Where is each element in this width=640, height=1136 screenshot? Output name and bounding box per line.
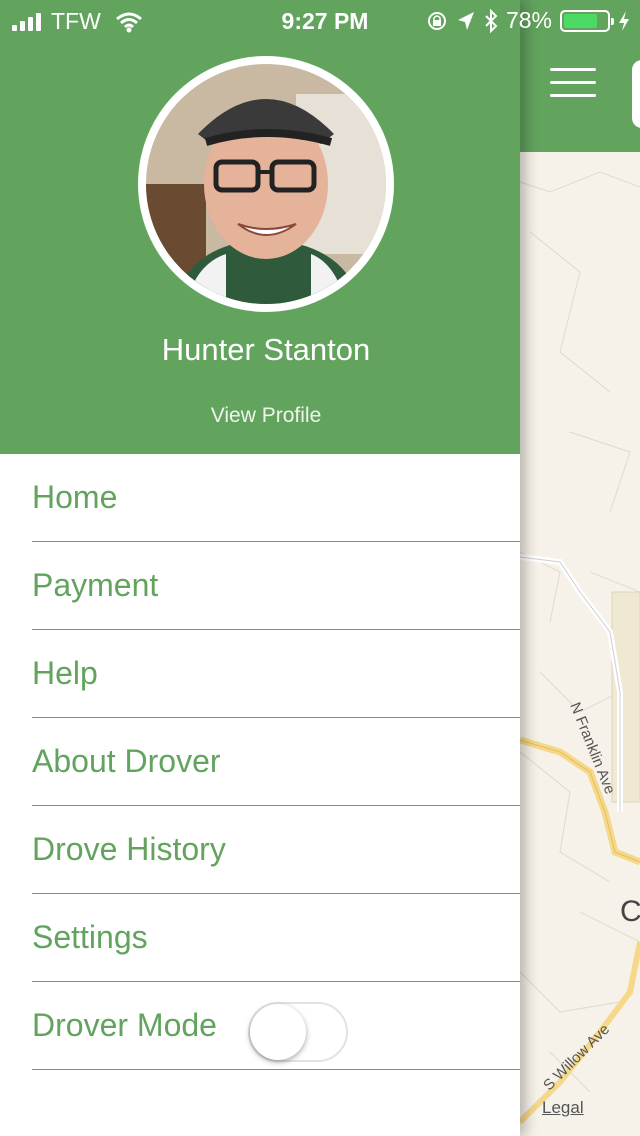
battery-fill xyxy=(564,13,597,28)
menu-item-label: Payment xyxy=(32,567,159,603)
menu-item-label: Drove History xyxy=(32,831,226,867)
menu-item-settings[interactable]: Settings xyxy=(32,894,520,982)
search-bar-edge[interactable] xyxy=(632,60,640,128)
battery-percent: 78% xyxy=(505,7,552,33)
menu-item-home[interactable]: Home xyxy=(32,454,520,542)
toggle-knob[interactable] xyxy=(250,1004,306,1060)
menu-item-label: About Drover xyxy=(32,743,221,779)
map-view[interactable]: N Franklin Ave S Willow Ave C Legal xyxy=(520,0,640,1136)
view-profile-link[interactable]: View Profile xyxy=(0,404,532,428)
map-canvas[interactable] xyxy=(520,152,640,1136)
menu-item-drover-mode: Drover Mode xyxy=(32,982,520,1070)
menu-item-label: Home xyxy=(32,479,118,515)
bluetooth-icon xyxy=(485,8,498,33)
menu-item-payment[interactable]: Payment xyxy=(32,542,520,630)
avatar-photo xyxy=(146,64,386,304)
legal-link[interactable]: Legal xyxy=(542,1098,584,1118)
menu-item-label: Help xyxy=(32,655,98,691)
side-drawer: Hunter Stanton View Profile Home Payment… xyxy=(0,0,520,1136)
menu-item-label: Settings xyxy=(32,919,148,955)
battery-icon xyxy=(560,9,614,32)
avatar[interactable] xyxy=(138,56,394,312)
menu-item-drove-history[interactable]: Drove History xyxy=(32,806,520,894)
menu-item-about-drover[interactable]: About Drover xyxy=(32,718,520,806)
menu-item-help[interactable]: Help xyxy=(32,630,520,718)
drawer-menu: Home Payment Help About Drover Drove His… xyxy=(0,454,520,1070)
status-bar: TFW 9:27 PM 78% xyxy=(0,0,640,40)
location-arrow-icon xyxy=(457,11,474,30)
place-label: C xyxy=(620,895,640,928)
menu-item-label: Drover Mode xyxy=(32,1007,217,1043)
profile-name: Hunter Stanton xyxy=(161,332,371,367)
drover-mode-toggle[interactable] xyxy=(248,1002,348,1062)
rotation-lock-icon xyxy=(427,11,446,30)
profile-header: Hunter Stanton View Profile xyxy=(0,0,520,454)
charging-bolt-icon xyxy=(619,10,629,31)
hamburger-menu-icon[interactable] xyxy=(550,66,596,98)
